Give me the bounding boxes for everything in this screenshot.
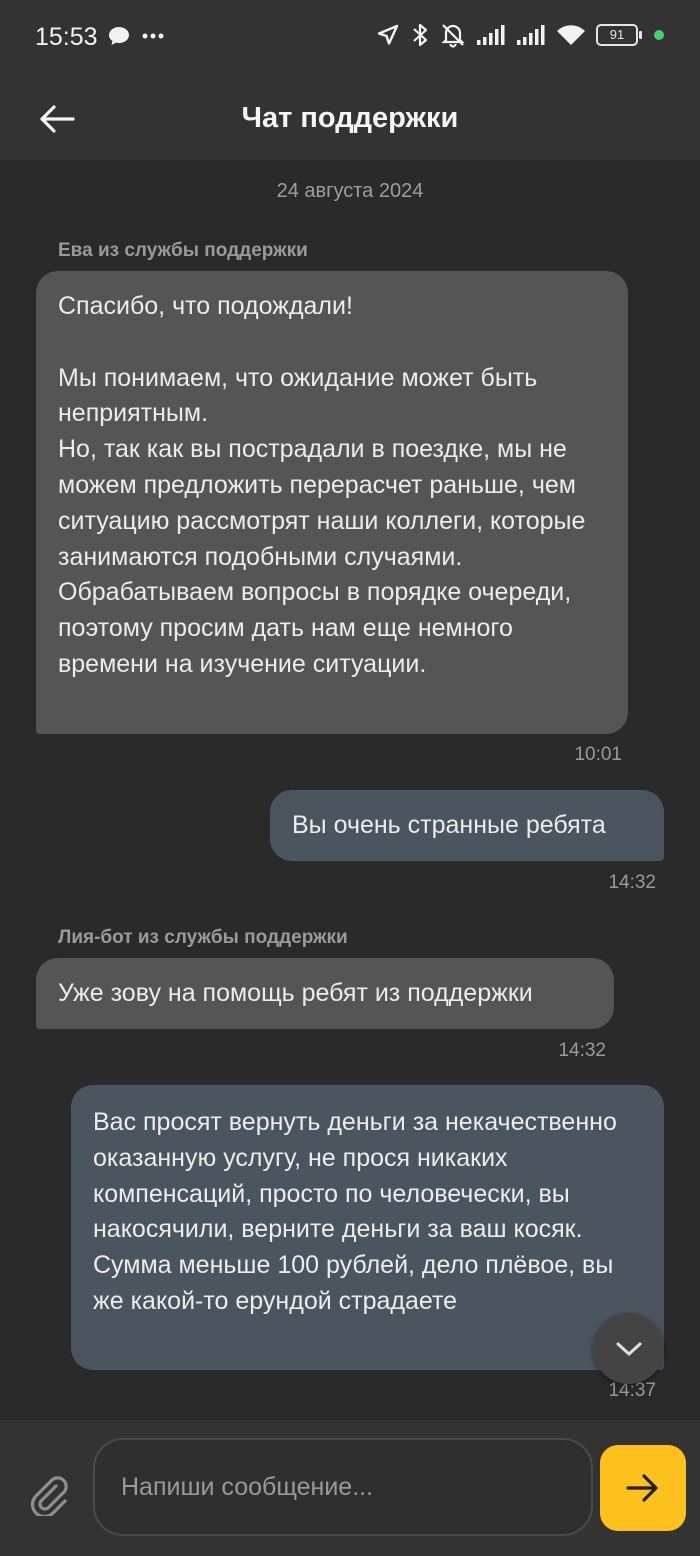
message-time: 10:01 [574,744,622,765]
app-bar: Чат поддержки [0,78,700,160]
date-separator: 24 августа 2024 [276,180,424,202]
arrow-right-icon [626,1474,658,1502]
scroll-to-bottom-button[interactable] [593,1313,664,1384]
message-input[interactable] [93,1438,593,1536]
message-composer [0,1420,700,1556]
location-arrow-icon [377,24,399,45]
signal-icon [477,25,505,45]
mute-bell-icon [441,24,465,48]
message-sender: Ева из службы поддержки [58,240,308,261]
paperclip-icon [30,1476,68,1516]
status-time: 15:53 [35,23,98,51]
page-title: Чат поддержки [241,102,459,134]
incoming-message-bubble[interactable]: Уже зову на помощь ребят из поддержки [36,958,614,1029]
message-time: 14:37 [608,1380,656,1401]
chat-bubble-icon [109,27,129,45]
status-left-icons [108,26,164,46]
attach-button[interactable] [26,1472,74,1520]
privacy-indicator-dot [654,30,664,40]
signal-icon [517,25,545,45]
send-button[interactable] [600,1445,686,1531]
message-sender: Лия-бот из службы поддержки [58,927,348,948]
outgoing-message-bubble[interactable]: Вы очень странные ребята [270,790,664,861]
wifi-icon [557,25,585,45]
status-bar: 15:53 91 [0,0,700,78]
incoming-message-bubble[interactable]: Спасибо, что подождали! Мы понимаем, что… [36,271,628,734]
status-right-icons: 91 [376,22,664,48]
message-time: 14:32 [558,1040,606,1061]
message-time: 14:32 [608,872,656,893]
battery-icon: 91 [596,24,642,46]
outgoing-message-bubble[interactable]: Вас просят вернуть деньги за некачествен… [71,1085,664,1370]
chevron-down-icon [616,1342,641,1355]
bluetooth-icon [413,23,428,47]
more-dots-icon [142,33,164,39]
